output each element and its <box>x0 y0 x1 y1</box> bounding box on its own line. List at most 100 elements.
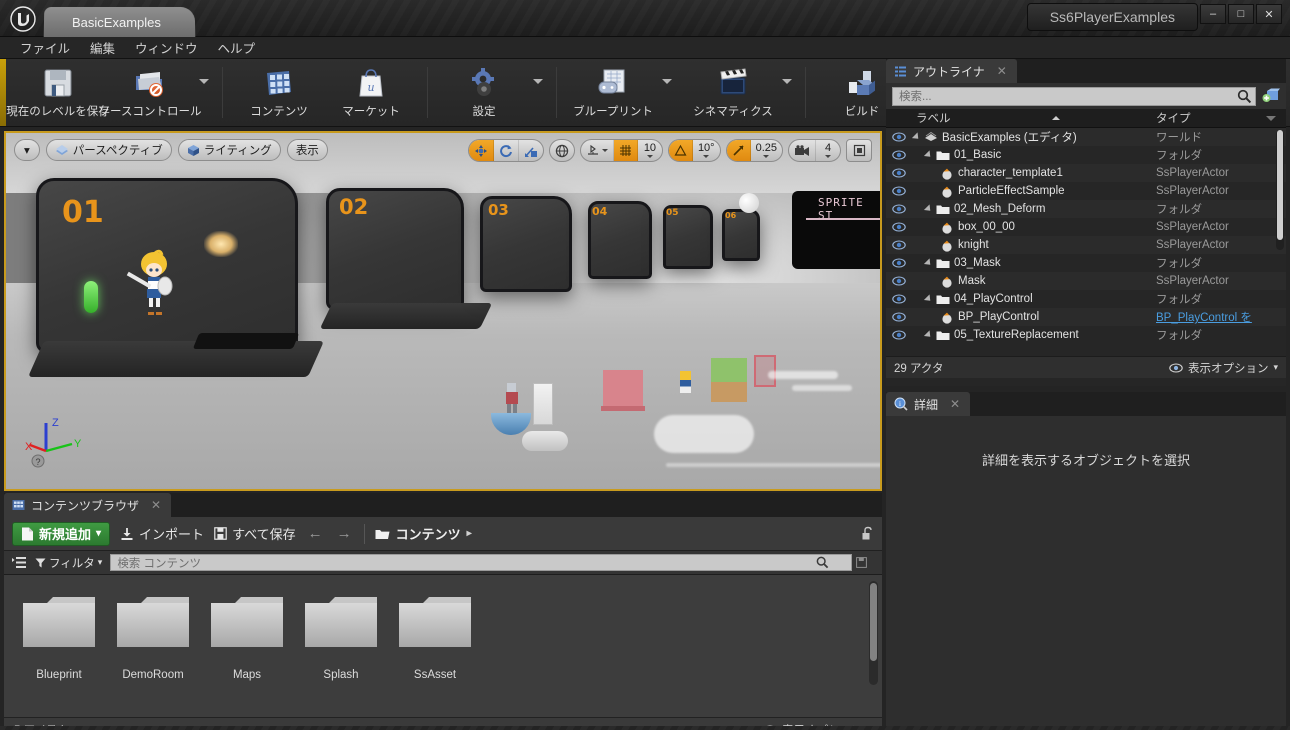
viewport-camera-mode-button[interactable]: パースペクティブ <box>45 139 172 161</box>
outliner-view-options-button[interactable]: 表示オプション ▾ <box>1169 360 1278 376</box>
outliner-row[interactable]: box_00_00 SsPlayerActor <box>886 218 1286 236</box>
scrollbar-thumb[interactable] <box>870 583 877 661</box>
navigate-forward-button[interactable]: → <box>335 525 354 542</box>
scrollbar-thumb[interactable] <box>1277 130 1283 240</box>
expand-arrow-icon[interactable] <box>912 132 922 142</box>
expand-arrow-icon[interactable] <box>923 150 934 160</box>
angle-snap-toggle[interactable] <box>668 140 693 161</box>
surface-snap-button[interactable] <box>581 140 614 161</box>
save-all-button[interactable]: すべて保存 <box>214 524 296 543</box>
grid-snap-toggle[interactable] <box>613 140 638 161</box>
outliner-row[interactable]: 04_PlayControl フォルダ <box>886 290 1286 308</box>
asset-item[interactable]: Maps <box>206 593 288 717</box>
maximize-button[interactable]: □ <box>1228 4 1254 24</box>
tab-details[interactable]: i 詳細 ✕ <box>886 392 971 416</box>
content-browser-asset-grid[interactable]: Blueprint DemoRoom Maps Splash SsAsset <box>4 575 882 717</box>
column-options-icon[interactable] <box>1266 115 1276 121</box>
expand-arrow-icon[interactable] <box>923 294 934 304</box>
content-grid-scrollbar[interactable] <box>869 581 878 685</box>
outliner-row[interactable]: 05_TextureReplacement フォルダ <box>886 326 1286 344</box>
outliner-row[interactable]: 02_Mesh_Deform フォルダ <box>886 200 1286 218</box>
tab-outliner[interactable]: アウトライナ ✕ <box>886 59 1017 83</box>
outliner-row[interactable]: character_template1 SsPlayerActor <box>886 164 1286 182</box>
source-control-button[interactable]: ソースコントロール <box>99 59 201 126</box>
scale-snap-value[interactable]: 0.25 <box>751 140 782 161</box>
camera-speed-value[interactable]: 4 <box>816 140 840 161</box>
expand-arrow-icon[interactable] <box>923 330 934 340</box>
outliner-row[interactable]: ParticleEffectSample SsPlayerActor <box>886 182 1286 200</box>
outliner-type-column[interactable]: タイプ <box>1156 110 1286 126</box>
marketplace-button[interactable]: u マーケット <box>325 59 417 126</box>
visibility-toggle[interactable] <box>886 258 912 268</box>
blueprint-dropdown[interactable] <box>659 59 675 126</box>
translate-gizmo-button[interactable] <box>468 140 494 161</box>
settings-button[interactable]: 設定 <box>438 59 530 126</box>
menu-file[interactable]: ファイル <box>10 36 80 59</box>
visibility-toggle[interactable] <box>886 312 912 322</box>
cinematics-dropdown[interactable] <box>779 59 795 126</box>
visibility-toggle[interactable] <box>886 168 912 178</box>
outliner-row[interactable]: knight SsPlayerActor <box>886 236 1286 254</box>
settings-dropdown[interactable] <box>530 59 546 126</box>
secondary-project-tab[interactable]: Ss6PlayerExamples <box>1026 3 1198 31</box>
asset-item[interactable]: DemoRoom <box>112 593 194 717</box>
outliner-row[interactable]: Mask SsPlayerActor <box>886 272 1286 290</box>
expand-arrow-icon[interactable] <box>923 258 934 268</box>
scale-snap-toggle[interactable] <box>726 140 751 161</box>
viewport-show-button[interactable]: 表示 <box>286 139 328 161</box>
asset-item[interactable]: Splash <box>300 593 382 717</box>
viewport-view-mode-button[interactable]: ライティング <box>177 139 281 161</box>
asset-item[interactable]: SsAsset <box>394 593 476 717</box>
visibility-toggle[interactable] <box>886 132 912 142</box>
close-icon[interactable]: ✕ <box>997 64 1007 78</box>
level-viewport[interactable]: SPRITE ST 01 02 03 04 05 06 ▾ パースペクティブ ラ… <box>4 131 882 491</box>
scale-gizmo-button[interactable] <box>519 140 543 161</box>
minimize-button[interactable]: – <box>1200 4 1226 24</box>
add-actor-button[interactable] <box>1262 88 1280 104</box>
import-button[interactable]: インポート <box>120 524 204 543</box>
visibility-toggle[interactable] <box>886 222 912 232</box>
cinematics-button[interactable]: シネマティクス <box>687 59 779 126</box>
add-new-button[interactable]: 新規追加 ▾ <box>12 521 111 546</box>
visibility-toggle[interactable] <box>886 330 912 340</box>
rotate-gizmo-button[interactable] <box>494 140 519 161</box>
filter-button[interactable]: フィルタ ▾ <box>35 555 102 571</box>
outliner-row-type-link[interactable]: BP_PlayControl を <box>1156 309 1286 325</box>
visibility-toggle[interactable] <box>886 276 912 286</box>
angle-value[interactable]: 10° <box>693 140 720 161</box>
camera-speed-button[interactable] <box>789 140 816 161</box>
visibility-toggle[interactable] <box>886 240 912 250</box>
content-search-input[interactable]: 検索 コンテンツ <box>110 554 867 571</box>
outliner-search-input[interactable]: 検索... <box>892 86 1256 106</box>
visibility-toggle[interactable] <box>886 150 912 160</box>
visibility-toggle[interactable] <box>886 204 912 214</box>
outliner-row[interactable]: BP_PlayControl BP_PlayControl を <box>886 308 1286 326</box>
visibility-toggle[interactable] <box>886 186 912 196</box>
blueprint-button[interactable]: ブループリント <box>567 59 659 126</box>
save-current-level-button[interactable]: 現在のレベルを保存 <box>6 59 110 126</box>
menu-edit[interactable]: 編集 <box>80 36 125 59</box>
outliner-label-column[interactable]: ラベル <box>912 110 1156 126</box>
sources-panel-toggle[interactable] <box>12 556 27 569</box>
expand-arrow-icon[interactable] <box>923 204 934 214</box>
world-coordinate-button[interactable] <box>550 140 574 161</box>
lock-open-icon[interactable] <box>861 526 874 541</box>
outliner-row[interactable]: 01_Basic フォルダ <box>886 146 1286 164</box>
menu-help[interactable]: ヘルプ <box>208 36 266 59</box>
outliner-list[interactable]: BasicExamples (エディタ) ワールド 01_Basic フォルダ <box>886 128 1286 356</box>
asset-item[interactable]: Blueprint <box>18 593 100 717</box>
viewport-options-menu[interactable]: ▾ <box>14 139 40 161</box>
outliner-row[interactable]: BasicExamples (エディタ) ワールド <box>886 128 1286 146</box>
outliner-row[interactable]: 03_Mask フォルダ <box>886 254 1286 272</box>
close-icon[interactable]: ✕ <box>950 397 960 411</box>
navigate-back-button[interactable]: ← <box>306 525 325 542</box>
menu-window[interactable]: ウィンドウ <box>125 36 208 59</box>
close-button[interactable]: ✕ <box>1256 4 1282 24</box>
project-tab[interactable]: BasicExamples <box>43 7 196 38</box>
grid-size-value[interactable]: 10 <box>638 140 662 161</box>
close-icon[interactable]: ✕ <box>151 498 161 512</box>
outliner-scrollbar[interactable] <box>1276 130 1284 250</box>
breadcrumb[interactable]: コンテンツ ▸ <box>375 524 472 543</box>
visibility-toggle[interactable] <box>886 294 912 304</box>
content-button[interactable]: コンテンツ <box>233 59 325 126</box>
